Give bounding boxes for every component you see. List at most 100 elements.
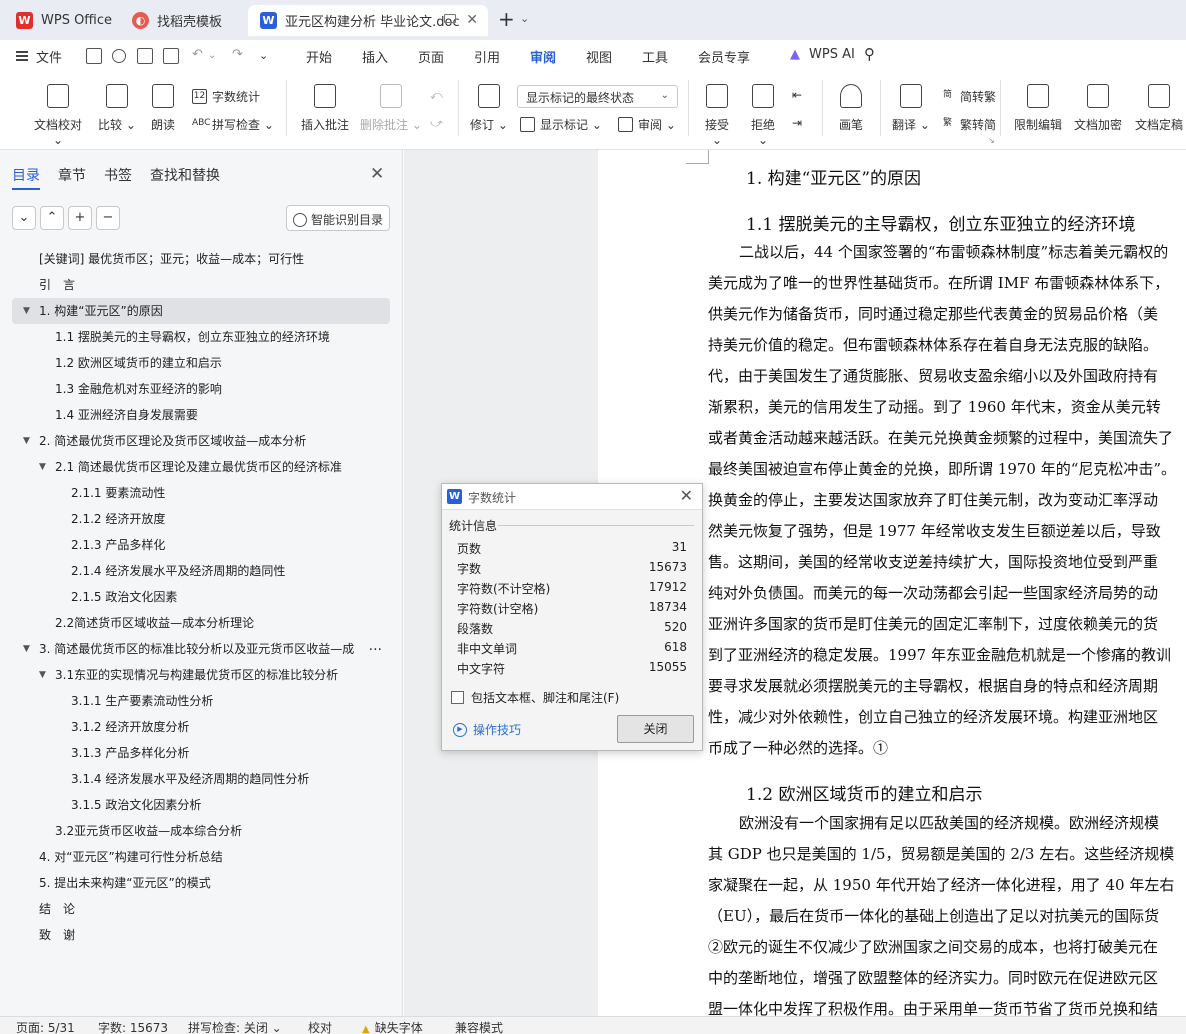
include-textbox-checkbox[interactable]: 包括文本框、脚注和尾注(F) [451, 689, 619, 706]
proofread-status[interactable]: 校对 [308, 1019, 332, 1034]
expand-arrow-icon[interactable]: ▼ [39, 454, 46, 480]
remove-heading-icon[interactable]: − [96, 206, 120, 230]
page-indicator[interactable]: 页面: 5/31 [16, 1019, 75, 1034]
share-icon[interactable] [112, 49, 126, 63]
nav-tab-sections[interactable]: 章节 [58, 165, 86, 185]
toc-item[interactable]: 1.3 金融危机对东亚经济的影响 [12, 376, 390, 402]
menu-reference[interactable]: 引用 [474, 47, 500, 66]
next-comment-icon[interactable]: ⤻ [430, 116, 443, 131]
toc-item[interactable]: 3.1.3 产品多样化分析 [12, 740, 390, 766]
delete-comment-button[interactable]: 删除批注 ⌄ [360, 84, 422, 133]
smart-toc-button[interactable]: 智能识别目录 [286, 205, 390, 231]
search-icon[interactable]: ⚲ [864, 45, 875, 63]
redo-icon[interactable]: ↷ [232, 47, 243, 62]
doc-encrypt-button[interactable]: 文档加密 [1072, 84, 1124, 133]
monitor-icon[interactable] [444, 14, 456, 23]
dialog-title-bar[interactable]: W 字数统计 ✕ [442, 484, 702, 510]
chevron-down-icon[interactable]: ⌄ [259, 49, 268, 62]
restrict-edit-button[interactable]: 限制编辑 [1012, 84, 1064, 133]
expand-arrow-icon[interactable]: ▼ [23, 298, 30, 324]
expand-up-icon[interactable]: ⌃ [40, 206, 64, 230]
tips-link[interactable]: ▶ 操作技巧 [453, 721, 521, 738]
toc-item[interactable]: 1.4 亚洲经济自身发展需要 [12, 402, 390, 428]
toc-item[interactable]: 1.1 摆脱美元的主导霸权，创立东亚独立的经济环境 [12, 324, 390, 350]
add-heading-icon[interactable]: + [68, 206, 92, 230]
markup-state-select[interactable]: 显示标记的最终状态 ⌄ [517, 85, 678, 108]
insert-comment-button[interactable]: 插入批注 [300, 84, 350, 133]
toc-item[interactable]: 2.1.5 政治文化因素 [12, 584, 390, 610]
dialog-launcher-icon[interactable]: ↘ [988, 136, 995, 145]
toc-item[interactable]: 结 论 [12, 896, 390, 922]
chevron-down-icon[interactable]: ⌄ [208, 50, 216, 61]
word-count-status[interactable]: 字数: 15673 [98, 1019, 168, 1034]
menu-start[interactable]: 开始 [306, 47, 332, 66]
toc-item[interactable]: [关键词] 最优货币区；亚元；收益—成本；可行性 [12, 246, 390, 272]
doc-check-button[interactable]: 文档校对 ⌄ [28, 84, 88, 147]
toc-item[interactable]: ▼ 3. 简述最优货币区的标准比较分析以及亚元货币区收益—成... [12, 636, 390, 662]
toc-item[interactable]: ▼ 2.1 简述最优货币区理论及建立最优货币区的经济标准 [12, 454, 390, 480]
translate-button[interactable]: 翻译 ⌄ [892, 84, 930, 133]
toc-item[interactable]: 2.1.3 产品多样化 [12, 532, 390, 558]
nav-tab-bookmarks[interactable]: 书签 [104, 165, 132, 185]
toc-item[interactable]: 3.1.1 生产要素流动性分析 [12, 688, 390, 714]
next-change-icon[interactable]: ⇥ [792, 116, 802, 130]
toc-item[interactable]: 5. 提出未来构建“亚元区”的模式 [12, 870, 390, 896]
menu-view[interactable]: 视图 [586, 47, 612, 66]
tab-document[interactable]: W 亚元区构建分析 毕业论文.doc ✕ [248, 5, 488, 36]
spell-check-button[interactable]: ABC 拼写检查 ⌄ [192, 116, 274, 133]
print-icon[interactable] [137, 48, 153, 64]
close-tab-icon[interactable]: ✕ [466, 12, 478, 28]
read-aloud-button[interactable]: 朗读 [148, 84, 178, 133]
more-icon[interactable]: ... [369, 636, 382, 659]
toc-item[interactable]: 1.2 欧洲区域货币的建立和启示 [12, 350, 390, 376]
close-button[interactable]: 关闭 [617, 715, 694, 743]
nav-tab-toc[interactable]: 目录 [12, 165, 40, 190]
toc-item[interactable]: 致 谢 [12, 922, 390, 948]
undo-icon[interactable]: ↶ [192, 47, 203, 62]
doc-finalize-button[interactable]: 文档定稿 [1132, 84, 1186, 133]
menu-tools[interactable]: 工具 [642, 47, 668, 66]
nav-tab-find-replace[interactable]: 查找和替换 [150, 165, 220, 185]
menu-review[interactable]: 审阅 [530, 47, 557, 74]
reject-button[interactable]: 拒绝 ⌄ [746, 84, 780, 147]
toc-item[interactable]: 3.1.5 政治文化因素分析 [12, 792, 390, 818]
tab-docer-templates[interactable]: ◐ 找稻壳模板 [120, 5, 244, 36]
toc-item[interactable]: ▼ 2. 简述最优货币区理论及货币区域收益—成本分析 [12, 428, 390, 454]
spell-check-status[interactable]: 拼写检查: 关闭 ⌄ [188, 1019, 282, 1034]
print-preview-icon[interactable] [163, 48, 179, 64]
close-icon[interactable]: ✕ [680, 486, 693, 505]
compat-mode-status[interactable]: 兼容模式 [455, 1019, 503, 1034]
collapse-all-icon[interactable]: ⌄ [12, 206, 36, 230]
toc-item[interactable]: 2.2简述货币区域收益—成本分析理论 [12, 610, 390, 636]
trad-simp-button[interactable]: 简 简转繁 [940, 88, 996, 105]
simp-trad-button[interactable]: 繁 繁转简 [940, 116, 996, 133]
toc-item[interactable]: 3.1.4 经济发展水平及经济周期的趋同性分析 [12, 766, 390, 792]
word-count-button[interactable]: 12 字数统计 [192, 88, 260, 105]
toc-item[interactable]: 2.1.4 经济发展水平及经济周期的趋同性 [12, 558, 390, 584]
expand-arrow-icon[interactable]: ▼ [23, 428, 30, 454]
menu-member[interactable]: 会员专享 [698, 47, 750, 66]
file-menu[interactable]: 文件 [36, 47, 62, 66]
toc-item[interactable]: 引 言 [12, 272, 390, 298]
pen-button[interactable]: 画笔 [836, 84, 866, 133]
revise-button[interactable]: 修订 ⌄ [470, 84, 508, 133]
close-icon[interactable]: ✕ [370, 164, 384, 184]
review-pane-button[interactable]: 审阅 ⌄ [618, 116, 676, 133]
show-markup-button[interactable]: 显示标记 ⌄ [520, 116, 602, 133]
tab-wps-office[interactable]: W WPS Office [4, 5, 116, 36]
save-icon[interactable] [86, 48, 102, 64]
toc-item[interactable]: 3.1.2 经济开放度分析 [12, 714, 390, 740]
menu-icon[interactable] [16, 51, 28, 61]
compare-button[interactable]: 比较 ⌄ [98, 84, 136, 133]
toc-item[interactable]: 4. 对“亚元区”构建可行性分析总结 [12, 844, 390, 870]
new-tab-icon[interactable]: + [498, 9, 515, 29]
missing-font-status[interactable]: 缺失字体 [362, 1019, 423, 1034]
toc-item[interactable]: 2.1.1 要素流动性 [12, 480, 390, 506]
expand-arrow-icon[interactable]: ▼ [23, 636, 30, 662]
menu-insert[interactable]: 插入 [362, 47, 388, 66]
accept-button[interactable]: 接受 ⌄ [700, 84, 734, 147]
toc-item[interactable]: 2.1.2 经济开放度 [12, 506, 390, 532]
toc-item[interactable]: ▼ 3.1东亚的实现情况与构建最优货币区的标准比较分析 [12, 662, 390, 688]
toc-item[interactable]: 3.2亚元货币区收益—成本综合分析 [12, 818, 390, 844]
toc-item[interactable]: ▼ 1. 构建“亚元区”的原因 [12, 298, 390, 324]
